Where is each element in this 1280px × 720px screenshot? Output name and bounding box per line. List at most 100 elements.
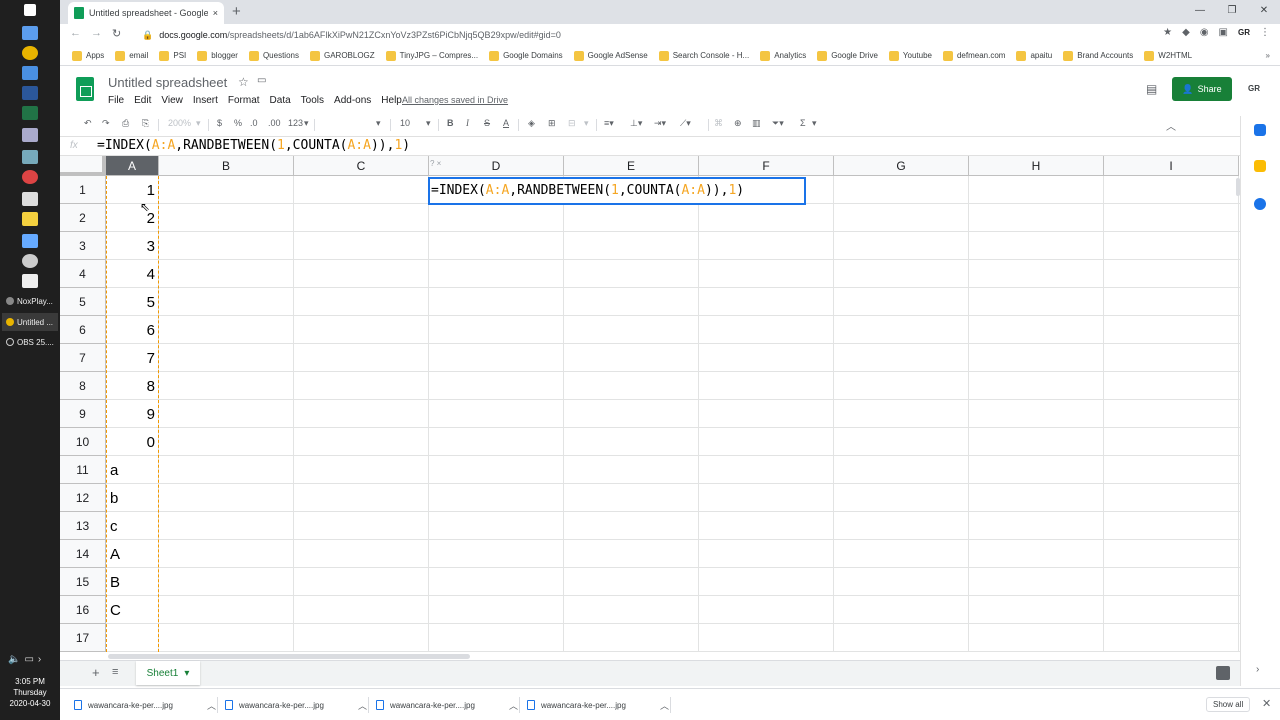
bookmark-item[interactable]: blogger	[197, 50, 238, 61]
bookmark-item[interactable]: Apps	[72, 50, 104, 61]
column-header-i[interactable]: I	[1104, 156, 1239, 176]
row-header[interactable]: 3	[60, 232, 106, 260]
profile-avatar[interactable]: GR	[1238, 28, 1250, 37]
all-sheets-button[interactable]: ≡	[112, 666, 118, 678]
row-header[interactable]: 14	[60, 540, 106, 568]
cell-editor-d1[interactable]: =INDEX(A:A,RANDBETWEEN(1,COUNTA(A:A)),1)	[428, 177, 806, 205]
notepad-icon[interactable]	[22, 274, 38, 288]
chrome-icon[interactable]	[22, 46, 38, 60]
lock-icon[interactable]: 🔒	[142, 30, 153, 41]
system-tray[interactable]: 🔈▭›	[8, 654, 45, 665]
horizontal-align-icon[interactable]: ≡▾	[604, 118, 614, 129]
row-header[interactable]: 1	[60, 176, 106, 204]
chevron-up-icon[interactable]: ︿	[358, 699, 367, 712]
bookmark-item[interactable]: GAROBLOGZ	[309, 50, 375, 61]
sheet-tab-sheet1[interactable]: Sheet1 ▾	[136, 661, 200, 685]
row-header[interactable]: 8	[60, 372, 106, 400]
text-wrap-icon[interactable]: ⇥▾	[654, 118, 666, 129]
close-window-button[interactable]: ✕	[1248, 0, 1280, 22]
menu-tools[interactable]: Tools	[301, 95, 324, 106]
column-header-a[interactable]: A	[106, 156, 159, 176]
taskbar-pinned-icon[interactable]	[22, 150, 38, 164]
text-color-button[interactable]: A	[503, 118, 509, 128]
taskbar-pinned-icon[interactable]	[22, 26, 38, 40]
close-download-bar-icon[interactable]: ✕	[1262, 697, 1271, 710]
bookmark-item[interactable]: Brand Accounts	[1063, 50, 1133, 61]
taskbar-app-obs[interactable]: OBS 25....	[2, 333, 58, 351]
minimize-button[interactable]: —	[1184, 0, 1216, 22]
zoom-select[interactable]: 200%	[168, 118, 191, 128]
chevron-down-icon[interactable]: ▾	[196, 118, 201, 129]
row-header[interactable]: 17	[60, 624, 106, 652]
horizontal-scrollbar[interactable]	[108, 654, 470, 659]
maximize-button[interactable]: ❐	[1216, 0, 1248, 22]
menu-insert[interactable]: Insert	[193, 95, 218, 106]
download-item[interactable]: wawancara-ke-per....jpg ︿	[221, 695, 367, 715]
sticky-notes-icon[interactable]	[22, 212, 38, 226]
column-header-e[interactable]: E	[564, 156, 699, 176]
insert-chart-icon[interactable]: ▥	[752, 118, 761, 129]
menu-addons[interactable]: Add-ons	[334, 95, 371, 106]
menu-file[interactable]: File	[108, 95, 124, 106]
functions-button[interactable]: Σ	[800, 118, 806, 128]
row-header[interactable]: 4	[60, 260, 106, 288]
chevron-down-icon[interactable]: ▾	[184, 668, 189, 679]
column-header-b[interactable]: B	[159, 156, 294, 176]
menu-view[interactable]: View	[161, 95, 183, 106]
calculator-icon[interactable]	[22, 192, 38, 206]
row-header[interactable]: 11	[60, 456, 106, 484]
browser-tab[interactable]: Untitled spreadsheet - Google Sh ×	[68, 2, 224, 24]
menu-format[interactable]: Format	[228, 95, 260, 106]
bookmark-item[interactable]: Questions	[248, 50, 299, 61]
browser-menu-icon[interactable]: ⋮	[1260, 27, 1270, 38]
close-tab-icon[interactable]: ×	[213, 8, 218, 18]
bookmark-item[interactable]: defmean.com	[942, 50, 1005, 61]
more-formats-button[interactable]: 123	[288, 118, 303, 128]
keep-icon[interactable]	[1254, 160, 1266, 172]
filter-icon[interactable]: ⏷▾	[772, 118, 784, 129]
text-rotation-icon[interactable]: ⟋▾	[680, 118, 691, 129]
taskbar-pinned-icon[interactable]	[22, 66, 38, 80]
column-header-d[interactable]: D	[429, 156, 564, 176]
chevron-down-icon[interactable]: ▾	[426, 118, 431, 129]
explore-icon[interactable]	[1216, 666, 1230, 680]
vertical-align-icon[interactable]: ⊥▾	[630, 118, 642, 129]
row-header[interactable]: 15	[60, 568, 106, 596]
redo-icon[interactable]: ↷	[102, 118, 110, 129]
undo-icon[interactable]: ↶	[84, 118, 92, 129]
download-item[interactable]: wawancara-ke-per....jpg ︿	[70, 695, 216, 715]
menu-edit[interactable]: Edit	[134, 95, 151, 106]
word-icon[interactable]	[22, 86, 38, 100]
formula-input[interactable]: =INDEX(A:A,RANDBETWEEN(1,COUNTA(A:A)),1)	[97, 138, 410, 153]
menu-help[interactable]: Help	[381, 95, 402, 106]
extension-icon[interactable]: ◉	[1200, 27, 1209, 38]
bookmark-item[interactable]: apaitu	[1016, 50, 1052, 61]
spreadsheet-grid[interactable]: ABCDEFGHI 1 2 3 4 5 6 7 8 9 10 11 12 13 14 15 16 17 1234…	[60, 156, 1240, 652]
select-all-corner[interactable]	[60, 156, 106, 176]
calendar-icon[interactable]	[1254, 124, 1266, 136]
sheets-logo-icon[interactable]	[76, 77, 94, 101]
bookmark-item[interactable]: Google Domains	[489, 50, 563, 61]
taskbar-clock[interactable]: 3:05 PM Thursday 2020-04-30	[0, 676, 60, 709]
column-header-g[interactable]: G	[834, 156, 969, 176]
bookmark-item[interactable]: Analytics	[760, 50, 806, 61]
tasks-icon[interactable]	[1254, 198, 1266, 210]
row-header[interactable]: 7	[60, 344, 106, 372]
italic-button[interactable]: I	[466, 118, 469, 128]
move-folder-icon[interactable]: ▭	[257, 75, 266, 86]
fill-color-icon[interactable]: ◈	[528, 118, 535, 129]
bookmark-item[interactable]: Youtube	[888, 50, 932, 61]
bold-button[interactable]: B	[447, 118, 454, 128]
chevron-down-icon[interactable]: ▾	[304, 118, 309, 129]
bookmark-item[interactable]: email	[115, 50, 148, 61]
chevron-up-icon[interactable]: ︿	[660, 699, 669, 712]
star-icon[interactable]: ☆	[238, 75, 249, 89]
row-header[interactable]: 10	[60, 428, 106, 456]
decrease-decimal-button[interactable]: .0	[250, 118, 258, 128]
extension-icon[interactable]: ▣	[1219, 27, 1228, 38]
formula-help-hint[interactable]: ? ×	[430, 159, 441, 168]
paint-format-icon[interactable]: ⎘	[142, 118, 149, 129]
chevron-up-icon[interactable]: ︿	[207, 699, 216, 712]
extension-icon[interactable]: ◆	[1182, 27, 1190, 38]
download-item[interactable]: wawancara-ke-per....jpg ︿	[372, 695, 518, 715]
